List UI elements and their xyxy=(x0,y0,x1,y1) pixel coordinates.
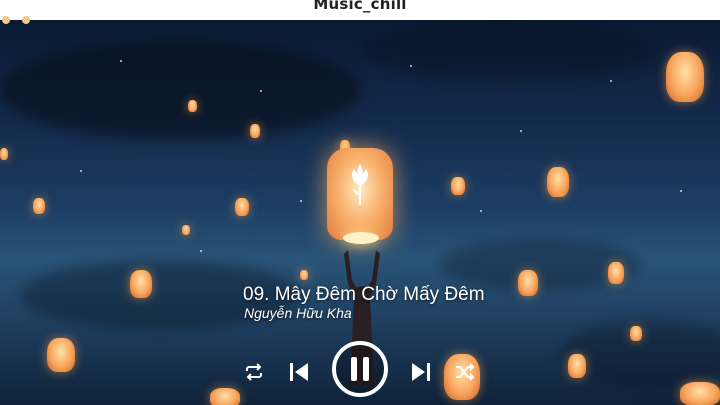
lantern xyxy=(0,148,8,160)
lantern xyxy=(33,198,45,214)
skip-previous-icon xyxy=(290,363,308,381)
star xyxy=(520,130,522,132)
star xyxy=(680,190,682,192)
star xyxy=(120,60,122,62)
lantern xyxy=(300,270,308,280)
shuffle-button[interactable] xyxy=(455,363,475,381)
star xyxy=(610,80,612,82)
lantern xyxy=(547,167,569,197)
cloud xyxy=(0,40,360,140)
lantern xyxy=(250,124,260,138)
lantern xyxy=(666,52,704,102)
track-title: 09. Mây Đêm Chờ Mấy Đêm xyxy=(243,284,485,305)
pause-icon xyxy=(332,341,388,397)
lantern xyxy=(518,270,538,296)
lantern xyxy=(210,388,240,405)
star xyxy=(260,90,262,92)
lantern-flame xyxy=(343,232,379,244)
cloud xyxy=(360,20,660,80)
lantern xyxy=(188,100,197,112)
repeat-icon xyxy=(246,363,262,381)
star xyxy=(80,170,82,172)
next-button[interactable] xyxy=(411,362,431,382)
lantern xyxy=(630,326,642,341)
repeat-button[interactable] xyxy=(244,363,264,381)
lantern xyxy=(680,382,720,405)
star xyxy=(480,210,482,212)
previous-button[interactable] xyxy=(289,362,309,382)
lantern xyxy=(182,225,190,235)
shuffle-icon xyxy=(456,363,475,381)
lantern xyxy=(451,177,465,195)
lantern xyxy=(130,270,152,298)
flower-logo-icon xyxy=(352,164,368,206)
star xyxy=(410,65,412,67)
play-pause-button[interactable] xyxy=(331,340,389,398)
skip-next-icon xyxy=(412,363,430,381)
track-artist: Nguyễn Hữu Kha xyxy=(244,305,352,321)
dot xyxy=(2,16,10,24)
lantern xyxy=(47,338,75,372)
star xyxy=(300,200,302,202)
window-title-bar: Music_chill xyxy=(0,0,720,21)
lantern xyxy=(568,354,586,378)
lantern xyxy=(608,262,624,284)
dot xyxy=(22,16,30,24)
star xyxy=(200,250,202,252)
lantern xyxy=(235,198,249,216)
window-title: Music_chill xyxy=(313,0,407,13)
